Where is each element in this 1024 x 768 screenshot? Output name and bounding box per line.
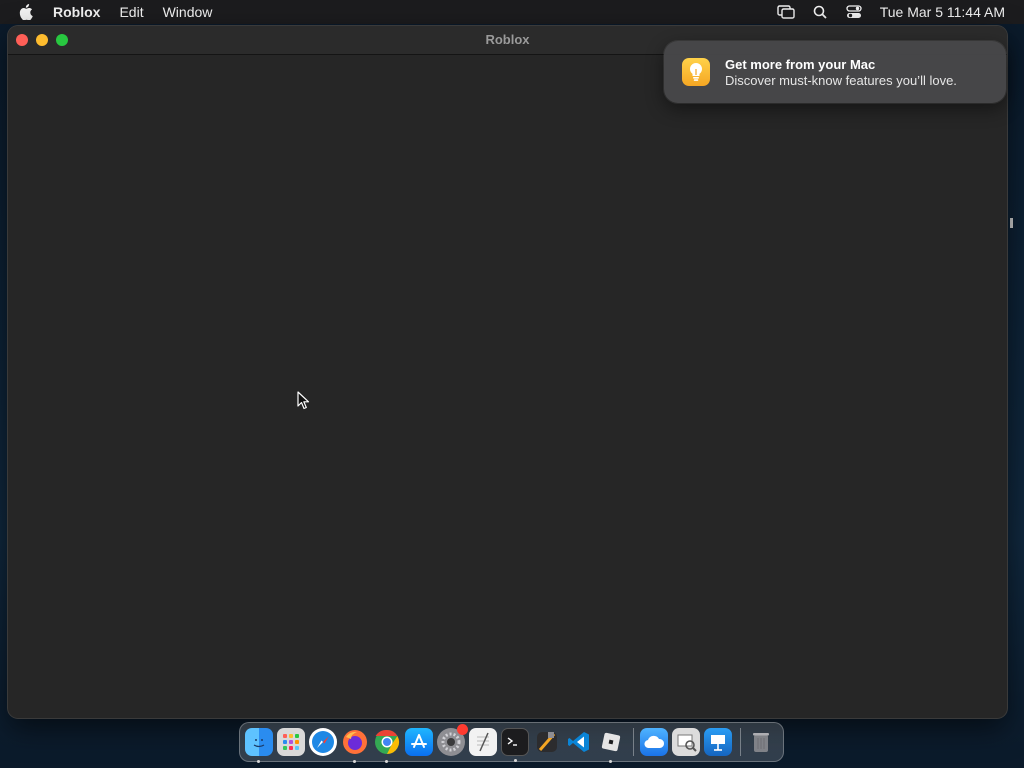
dock-system-settings-icon[interactable] bbox=[437, 724, 468, 756]
dock-roblox-icon[interactable] bbox=[597, 728, 625, 763]
running-indicator bbox=[257, 760, 260, 763]
running-indicator bbox=[385, 760, 388, 763]
dock-terminal-icon[interactable] bbox=[501, 728, 529, 762]
running-indicator bbox=[514, 759, 517, 762]
apple-icon[interactable] bbox=[19, 3, 35, 21]
menu-edit[interactable]: Edit bbox=[119, 4, 143, 20]
dock-trash-icon[interactable] bbox=[747, 728, 775, 756]
dock-preview-icon[interactable] bbox=[672, 728, 700, 756]
dock-separator bbox=[740, 728, 741, 756]
lightbulb-icon bbox=[682, 58, 710, 86]
dock-vscode-icon[interactable] bbox=[565, 728, 593, 756]
dock-firefox-icon[interactable] bbox=[341, 728, 369, 763]
side-grip bbox=[1010, 218, 1013, 228]
spotlight-search-icon[interactable] bbox=[810, 2, 830, 22]
notification-banner[interactable]: Get more from your Mac Discover must-kno… bbox=[664, 41, 1006, 103]
dock-safari-icon[interactable] bbox=[309, 728, 337, 756]
mouse-cursor-icon bbox=[297, 391, 311, 416]
dock-finder-icon[interactable] bbox=[245, 728, 273, 763]
dock-icloud-drive-icon[interactable] bbox=[640, 728, 668, 756]
dock-chrome-icon[interactable] bbox=[373, 728, 401, 763]
dock-keynote-icon[interactable] bbox=[704, 728, 732, 756]
running-indicator bbox=[609, 760, 612, 763]
dock-xcode-icon[interactable] bbox=[533, 728, 561, 756]
roblox-window: Roblox bbox=[8, 26, 1007, 718]
notification-title: Get more from your Mac bbox=[725, 57, 876, 72]
notification-body: Discover must-know features you’ll love. bbox=[725, 73, 957, 88]
menu-bar-clock[interactable]: Tue Mar 5 11:44 AM bbox=[880, 4, 1005, 20]
running-indicator bbox=[353, 760, 356, 763]
control-center-icon[interactable] bbox=[844, 2, 864, 22]
menu-window[interactable]: Window bbox=[163, 4, 213, 20]
dock bbox=[239, 722, 784, 763]
dock-textedit-icon[interactable] bbox=[469, 728, 497, 756]
menu-app-name[interactable]: Roblox bbox=[53, 4, 100, 20]
notification-badge bbox=[457, 724, 468, 735]
dock-launchpad-icon[interactable] bbox=[277, 728, 305, 756]
window-content[interactable] bbox=[8, 55, 1007, 718]
dock-app-store-icon[interactable] bbox=[405, 728, 433, 756]
menu-bar: Roblox Edit Window Tue Mar 5 11:44 AM bbox=[0, 0, 1024, 24]
screen-mirroring-icon[interactable] bbox=[776, 2, 796, 22]
dock-separator bbox=[633, 728, 634, 756]
